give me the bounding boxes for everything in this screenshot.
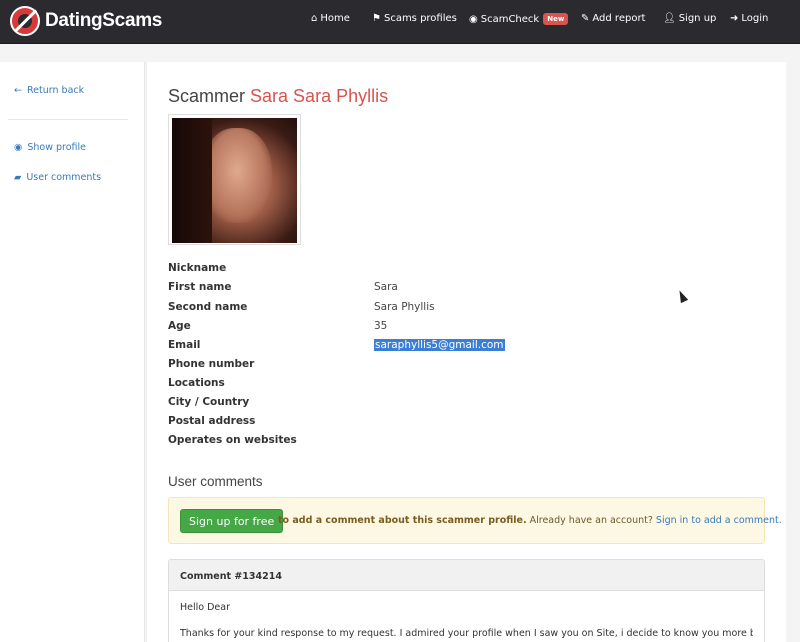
page-title: Scammer Sara Sara Phyllis — [168, 86, 388, 107]
field-label-websites: Operates on websites — [168, 434, 297, 446]
comment-greeting: Hello Dear — [180, 602, 230, 613]
user-icon: 👤︎ — [663, 13, 676, 24]
field-value-second-name: Sara Phyllis — [374, 301, 435, 313]
nav-sign-up[interactable]: 👤︎ Sign up — [663, 13, 716, 24]
login-icon: ➜ — [730, 13, 739, 24]
field-label-first-name: First name — [168, 281, 232, 293]
profile-photo[interactable] — [168, 114, 301, 245]
field-label-second-name: Second name — [168, 301, 248, 313]
brand-name: DatingScams — [45, 10, 163, 31]
flag-icon: ⚑ — [372, 13, 381, 24]
field-label-email: Email — [168, 339, 201, 351]
field-value-first-name: Sara — [374, 281, 398, 293]
profile-photo-image — [172, 118, 297, 243]
nav-home[interactable]: ⌂ Home — [311, 13, 350, 24]
comment-header: Comment #134214 — [169, 560, 764, 591]
return-back-label: Return back — [27, 85, 85, 96]
return-back-link[interactable]: ← Return back — [14, 85, 84, 96]
signup-alert: Sign up for free to add a comment about … — [168, 497, 782, 544]
nav-add-report-label: Add report — [592, 13, 646, 24]
brand-logo-link[interactable]: DatingScams — [10, 6, 162, 36]
scammer-name: Sara Sara Phyllis — [250, 86, 389, 106]
arrow-left-icon: ← — [14, 85, 22, 96]
comment-card: Comment #134214 Hello Dear Thanks for yo… — [168, 559, 765, 642]
main-content: Scammer Sara Sara Phyllis Nickname First… — [146, 62, 786, 642]
field-label-postal-address: Postal address — [168, 415, 256, 427]
sidebar: ← Return back ◉ Show profile ▰ User comm… — [0, 62, 145, 642]
nav-sign-up-label: Sign up — [678, 13, 717, 24]
eye-icon: ◉ — [469, 13, 478, 25]
field-label-age: Age — [168, 320, 191, 332]
brand-logo-icon — [10, 6, 40, 36]
show-profile-link[interactable]: ◉ Show profile — [14, 142, 86, 153]
field-label-nickname: Nickname — [168, 262, 227, 274]
sign-in-link[interactable]: Sign in to add a comment. — [656, 515, 782, 526]
have-account-text: Already have an account? — [529, 515, 653, 526]
nav-add-report[interactable]: ✎ Add report — [581, 13, 645, 24]
comment-body: Hello Dear Thanks for your kind response… — [169, 591, 764, 642]
edit-icon: ✎ — [581, 13, 590, 24]
signup-prompt: to add a comment about this scammer prof… — [278, 515, 527, 526]
field-value-age: 35 — [374, 320, 388, 332]
nav-scams-profiles-label: Scams profiles — [383, 13, 457, 24]
signup-alert-text: to add a comment about this scammer prof… — [278, 515, 782, 526]
user-comments-label: User comments — [26, 172, 102, 183]
top-navbar: DatingScams ⌂ Home ⚑ Scams profiles ◉ Sc… — [0, 0, 800, 44]
show-profile-label: Show profile — [27, 142, 86, 153]
nav-login[interactable]: ➜ Login — [730, 13, 768, 24]
field-label-phone: Phone number — [168, 358, 255, 370]
home-icon: ⌂ — [311, 13, 318, 24]
nav-scams-profiles[interactable]: ⚑ Scams profiles — [372, 13, 457, 24]
nav-login-label: Login — [741, 13, 769, 24]
sidebar-divider — [8, 119, 128, 120]
eye-icon: ◉ — [14, 142, 23, 153]
user-comments-heading: User comments — [168, 474, 263, 489]
nav-scamcheck-label: ScamCheck — [480, 13, 540, 25]
field-label-city-country: City / Country — [168, 396, 250, 408]
field-value-email[interactable]: saraphyllis5@gmail.com — [374, 339, 505, 351]
title-prefix: Scammer — [168, 86, 246, 106]
nav-scamcheck[interactable]: ◉ ScamCheck New — [469, 13, 569, 25]
user-comments-link[interactable]: ▰ User comments — [14, 172, 101, 183]
nav-home-label: Home — [320, 13, 350, 24]
field-label-locations: Locations — [168, 377, 225, 389]
comment-text: Thanks for your kind response to my requ… — [180, 628, 753, 639]
comment-icon: ▰ — [14, 172, 22, 183]
sign-up-free-button[interactable]: Sign up for free — [180, 509, 284, 533]
new-badge: New — [543, 13, 569, 25]
